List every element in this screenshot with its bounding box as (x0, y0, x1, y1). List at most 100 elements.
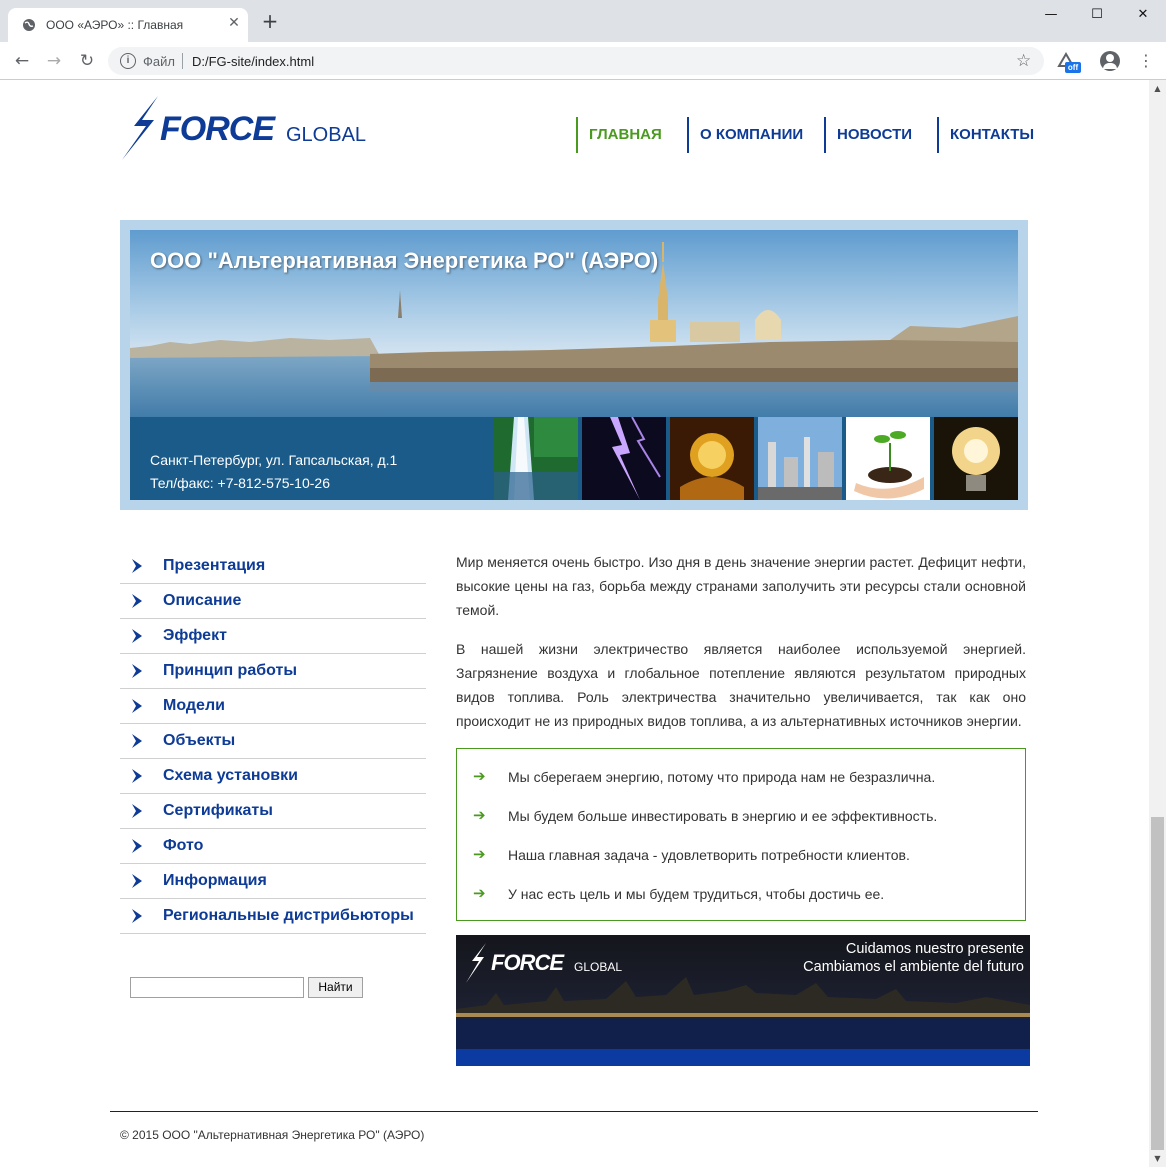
nav-about[interactable]: О КОМПАНИИ (687, 117, 803, 153)
goal-item: ➔ Мы будем больше инвестировать в энерги… (457, 806, 1017, 826)
sidebar-item-label: Презентация (163, 557, 266, 574)
sidebar-item[interactable]: Принцип работы (120, 654, 426, 689)
page-viewport: FORCE GLOBAL ГЛАВНАЯ О КОМПАНИИ НОВОСТИ … (0, 80, 1149, 1167)
sidebar-item[interactable]: Информация (120, 864, 426, 899)
chevron-right-icon (132, 839, 142, 853)
sidebar-item[interactable]: Фото (120, 829, 426, 864)
sidebar-item-label: Модели (163, 697, 225, 714)
sidebar-item[interactable]: Объекты (120, 724, 426, 759)
goal-text: Мы будем больше инвестировать в энергию … (508, 808, 938, 824)
goals-box: ➔ Мы сберегаем энергию, потому что приро… (456, 748, 1026, 921)
search-input[interactable] (130, 977, 304, 998)
intro-text: Мир меняется очень быстро. Изо дня в ден… (456, 550, 1026, 733)
footer-divider (110, 1111, 1038, 1112)
sidebar-item-label: Описание (163, 592, 242, 609)
scroll-down-icon[interactable]: ▼ (1149, 1150, 1166, 1167)
goal-text: У нас есть цель и мы будем трудиться, чт… (508, 886, 885, 902)
sidebar-item[interactable]: Схема установки (120, 759, 426, 794)
sidebar-item-label: Объекты (163, 732, 236, 749)
browser-toolbar: ← → ↻ i Файл D:/FG-site/index.html ☆ off… (0, 42, 1166, 80)
chevron-right-icon (132, 594, 142, 608)
goal-item: ➔ У нас есть цель и мы будем трудиться, … (457, 884, 1017, 904)
banner-title: ООО "Альтернативная Энергетика РО" (АЭРО… (150, 248, 659, 273)
maximize-icon[interactable]: ☐ (1074, 0, 1120, 30)
main-nav: ГЛАВНАЯ О КОМПАНИИ НОВОСТИ КОНТАКТЫ (0, 117, 1149, 153)
chevron-right-icon (132, 874, 142, 888)
tab-title: ООО «АЭРО» :: Главная (46, 18, 184, 32)
promo-line-1: Cuidamos nuestro presente (845, 941, 1024, 957)
arrow-right-icon: ➔ (473, 806, 486, 824)
scroll-thumb[interactable] (1151, 817, 1164, 1150)
sidebar-item-label: Информация (163, 872, 267, 889)
refinery-thumbnail (758, 417, 842, 500)
sidebar-item-label: Региональные дистрибьюторы (163, 907, 414, 924)
page-scrollbar[interactable]: ▲ ▼ (1149, 80, 1166, 1167)
lightbulb-thumbnail (934, 417, 1018, 500)
waterfall-thumbnail (494, 417, 578, 500)
banner-image: ООО "Альтернативная Энергетика РО" (АЭРО… (130, 230, 1018, 500)
hero-banner: ООО "Альтернативная Энергетика РО" (АЭРО… (120, 220, 1028, 510)
sidebar-item[interactable]: Сертификаты (120, 794, 426, 829)
intro-paragraph-1: Мир меняется очень быстро. Изо дня в ден… (456, 554, 1026, 618)
promo-logo-force: FORCE (491, 950, 564, 975)
chevron-right-icon (132, 699, 142, 713)
promo-banner[interactable]: FORCE GLOBAL Cuidamos nuestro presente C… (456, 935, 1030, 1066)
arrow-right-icon: ➔ (473, 845, 486, 863)
minimize-icon[interactable]: — (1028, 0, 1074, 30)
new-tab-button[interactable]: + (260, 11, 280, 32)
sidebar-item[interactable]: Модели (120, 689, 426, 724)
tab-strip: ООО «АЭРО» :: Главная ✕ + — ☐ ✕ (0, 0, 1166, 42)
menu-icon[interactable]: ⋮ (1136, 51, 1156, 71)
lightning-thumbnail (582, 417, 666, 500)
extension-icon[interactable]: off (1056, 50, 1081, 74)
sidebar-item-label: Фото (163, 837, 204, 854)
back-icon[interactable]: ← (12, 51, 32, 71)
sidebar-item-label: Принцип работы (163, 662, 297, 679)
reload-icon[interactable]: ↻ (77, 51, 97, 71)
intro-paragraph-2: В нашей жизни электричество является наи… (456, 641, 1026, 729)
close-window-icon[interactable]: ✕ (1120, 0, 1166, 30)
sidebar-item[interactable]: Описание (120, 584, 426, 619)
info-icon[interactable]: i (120, 53, 136, 69)
side-menu: Презентация Описание Эффект Принцип работы М… (120, 549, 426, 934)
sidebar-item[interactable]: Эффект (120, 619, 426, 654)
chevron-right-icon (132, 804, 142, 818)
sprout-thumbnail (846, 417, 930, 500)
browser-chrome: ООО «АЭРО» :: Главная ✕ + — ☐ ✕ ← → ↻ i … (0, 0, 1166, 80)
lightning-bolt-icon (466, 943, 486, 983)
goal-item: ➔ Наша главная задача - удовлетворить по… (457, 845, 1017, 865)
sidebar-item[interactable]: Региональные дистрибьюторы (120, 899, 426, 934)
profile-icon[interactable] (1100, 51, 1120, 71)
goal-item: ➔ Мы сберегаем энергию, потому что приро… (457, 767, 1017, 787)
scheme-label: Файл (143, 54, 175, 69)
sidebar-item-label: Эффект (163, 627, 227, 644)
chevron-right-icon (132, 629, 142, 643)
browser-tab[interactable]: ООО «АЭРО» :: Главная ✕ (8, 8, 248, 42)
search-button[interactable]: Найти (308, 977, 363, 998)
arrow-right-icon: ➔ (473, 767, 486, 785)
banner-address: Санкт-Петербург, ул. Гапсальская, д.1 (150, 452, 398, 468)
close-tab-icon[interactable]: ✕ (226, 15, 242, 31)
footer-copyright: © 2015 ООО "Альтернативная Энергетика РО… (120, 1128, 425, 1142)
chevron-right-icon (132, 909, 142, 923)
scroll-up-icon[interactable]: ▲ (1149, 80, 1166, 97)
nav-home[interactable]: ГЛАВНАЯ (576, 117, 662, 153)
url-text[interactable]: D:/FG-site/index.html (192, 54, 314, 69)
extension-badge: off (1065, 62, 1081, 73)
goal-text: Наша главная задача - удовлетворить потр… (508, 847, 910, 863)
nav-news[interactable]: НОВОСТИ (824, 117, 912, 153)
promo-logo-global: GLOBAL (574, 960, 623, 974)
globe-icon (23, 19, 35, 31)
sidebar-item[interactable]: Презентация (120, 549, 426, 584)
chevron-right-icon (132, 734, 142, 748)
address-bar[interactable]: i Файл D:/FG-site/index.html ☆ (108, 47, 1044, 75)
divider (182, 53, 183, 69)
nav-contacts[interactable]: КОНТАКТЫ (937, 117, 1034, 153)
chevron-right-icon (132, 664, 142, 678)
banner-phone: Тел/факс: +7-812-575-10-26 (150, 475, 330, 491)
forward-icon[interactable]: → (44, 51, 64, 71)
chevron-right-icon (132, 559, 142, 573)
chevron-right-icon (132, 769, 142, 783)
arrow-right-icon: ➔ (473, 884, 486, 902)
bookmark-star-icon[interactable]: ☆ (1016, 51, 1031, 71)
